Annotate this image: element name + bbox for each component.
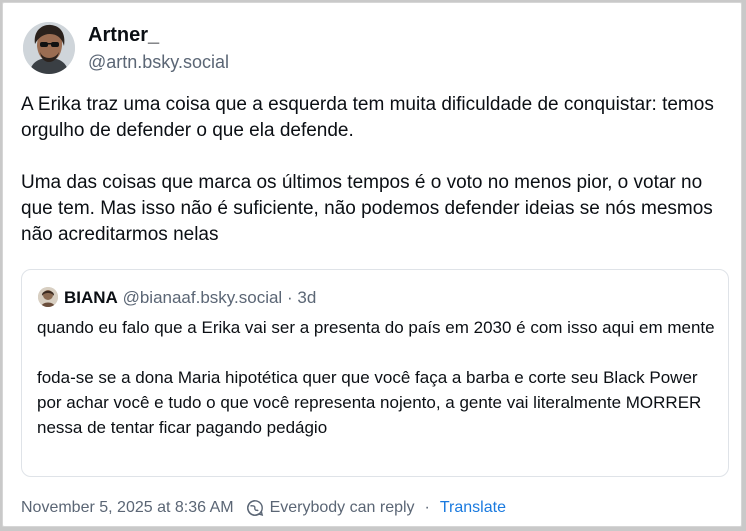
post-footer: November 5, 2025 at 8:36 AM Everybody ca… [21, 499, 506, 517]
quoted-author-avatar[interactable] [38, 287, 58, 307]
author-handle[interactable]: @artn.bsky.social [88, 52, 229, 73]
footer-separator: · [424, 499, 430, 516]
quoted-post-age: 3d [297, 288, 317, 307]
post-paragraph: A Erika traz uma coisa que a esquerda te… [21, 94, 714, 141]
quoted-paragraph: foda-se se a dona Maria hipotética quer … [37, 368, 702, 437]
globe-chat-icon [246, 499, 264, 517]
author-avatar[interactable] [23, 22, 75, 74]
quoted-author-name[interactable]: BIANA [64, 288, 118, 307]
post-card: Artner_ @artn.bsky.social A Erika traz u… [2, 2, 742, 527]
translate-link[interactable]: Translate [440, 499, 506, 517]
quoted-author-handle[interactable]: @bianaaf.bsky.social [123, 288, 283, 307]
post-body: A Erika traz uma coisa que a esquerda te… [21, 92, 721, 248]
post-timestamp[interactable]: November 5, 2025 at 8:36 AM [21, 499, 234, 517]
reply-setting-label[interactable]: Everybody can reply [270, 499, 415, 517]
quoted-post-body: quando eu falo que a Erika vai ser a pre… [37, 315, 717, 440]
post-paragraph: Uma das coisas que marca os últimos temp… [21, 172, 713, 245]
quoted-post[interactable]: BIANA @bianaaf.bsky.social · 3d quando e… [21, 269, 729, 477]
author-display-name[interactable]: Artner_ [88, 24, 159, 47]
quoted-paragraph: quando eu falo que a Erika vai ser a pre… [37, 318, 715, 337]
quoted-post-header: BIANA @bianaaf.bsky.social · 3d [64, 287, 316, 309]
meta-separator: · [286, 288, 293, 307]
